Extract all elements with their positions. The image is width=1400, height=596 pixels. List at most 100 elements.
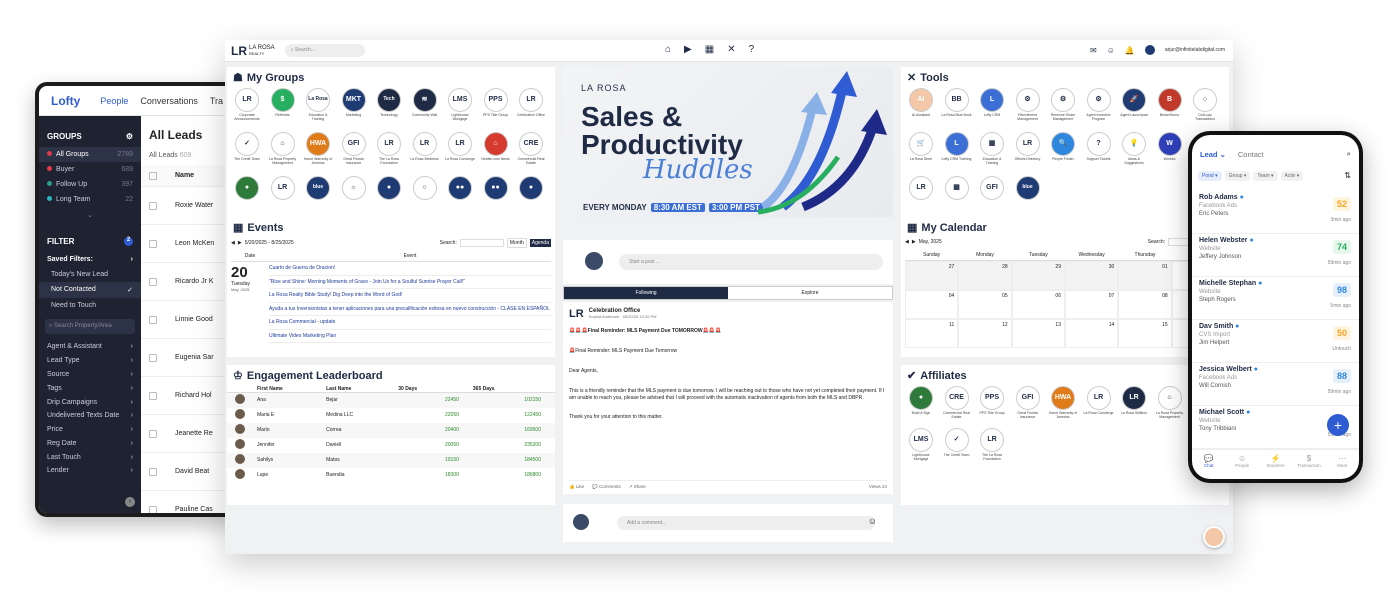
app-tile[interactable]: GFI: [976, 176, 1008, 202]
phone-filter-chip[interactable]: Group ▾: [1224, 171, 1251, 181]
app-tile[interactable]: 💡 Ideas & Suggestions: [1118, 132, 1150, 166]
saved-filter-item[interactable]: Today's New Lead: [39, 267, 141, 282]
app-tile[interactable]: LMS Lighthouse Mortgage: [444, 88, 476, 122]
avatar[interactable]: [1144, 45, 1155, 55]
share-button[interactable]: ↗ Share: [629, 484, 646, 490]
app-tile[interactable]: BB La Rosa Blue Book: [941, 88, 973, 118]
tab-lead[interactable]: Lead ⌄: [1200, 150, 1226, 159]
app-tile[interactable]: HWA Home Warranty of America: [1047, 386, 1079, 420]
app-tile[interactable]: ●: [373, 176, 405, 202]
app-tile[interactable]: ⚙ Agent Incentive Program: [1083, 88, 1115, 122]
row-checkbox[interactable]: [149, 467, 157, 476]
row-checkbox[interactable]: [149, 353, 157, 362]
app-tile[interactable]: ⚙ Revenue Share Management: [1047, 88, 1079, 122]
saved-filter-item[interactable]: Not Contacted ✓: [39, 282, 141, 298]
tab-following[interactable]: Following: [564, 287, 728, 299]
lead-card[interactable]: Jessica Welbert ● Facebook Ads Will Cornis…: [1192, 363, 1359, 406]
app-tile[interactable]: LR The La Rosa Foundation: [373, 132, 405, 166]
events-month-button[interactable]: Month: [506, 238, 527, 248]
event-item[interactable]: La Rosa Commercial - update: [269, 316, 551, 330]
app-tile[interactable]: ☼: [338, 176, 370, 202]
tab-contact[interactable]: Contact: [1238, 150, 1264, 159]
calendar-cell[interactable]: 08: [1118, 290, 1172, 319]
phone-filter-chip[interactable]: Activ ▾: [1280, 171, 1304, 181]
app-tile[interactable]: ● Build A Sign: [905, 386, 937, 416]
prev-icon[interactable]: ◀: [231, 240, 235, 246]
search-input[interactable]: ⌕ Search...: [284, 44, 365, 57]
row-checkbox[interactable]: [149, 429, 157, 438]
app-tile[interactable]: LR La Rosa Skillbox: [1118, 386, 1150, 416]
row-checkbox[interactable]: [149, 391, 157, 400]
app-tile[interactable]: ⌂ La Rosa Property Management: [1154, 386, 1186, 420]
gear-icon[interactable]: ⚙: [126, 132, 133, 141]
app-tile[interactable]: GFI Great Florida Insurance: [1012, 386, 1044, 420]
post-subauthor[interactable]: Sophia Anderson: [589, 314, 619, 319]
app-tile[interactable]: ▦ Education & Training: [976, 132, 1008, 166]
app-tile[interactable]: LR Corporate Announcements: [231, 88, 263, 122]
app-tile[interactable]: LR: [267, 176, 299, 202]
app-tile[interactable]: L Lofty CRM: [976, 88, 1008, 118]
lead-card[interactable]: Dav Smith ● CVS Import Jim Helpert 50 Untouc…: [1192, 320, 1359, 363]
add-button[interactable]: +: [1327, 414, 1349, 436]
app-tile[interactable]: 🛒 La Rosa Store: [905, 132, 937, 162]
leaderboard-row[interactable]: Ana Bejar 22450 102150: [227, 392, 555, 408]
tab-explore[interactable]: Explore: [728, 287, 892, 299]
leaderboard-row[interactable]: Maria E Medina LLC 22050 122450: [227, 407, 555, 423]
calendar-cell[interactable]: 01: [1118, 261, 1172, 290]
row-checkbox[interactable]: [149, 277, 157, 286]
calendar-cell[interactable]: 11: [905, 319, 959, 348]
event-item[interactable]: Ultimate Video Marketing Plan: [269, 330, 551, 343]
app-tile[interactable]: ●●: [480, 176, 512, 202]
phone-filter-chip[interactable]: Pond ▾: [1198, 171, 1222, 181]
lead-row[interactable]: Richard Hol: [141, 377, 236, 415]
app-tile[interactable]: ⌂ Nestler.com News: [480, 132, 512, 162]
app-tile[interactable]: LR La Rosa Concierge: [444, 132, 476, 162]
filter-item[interactable]: Lead Type ›: [39, 354, 141, 368]
lead-row[interactable]: Ricardo Jr K: [141, 263, 236, 301]
app-tile[interactable]: blue: [1012, 176, 1044, 202]
nav-item-people[interactable]: ☺ People: [1225, 450, 1258, 479]
calendar-cell[interactable]: 07: [1064, 290, 1119, 319]
filter-item[interactable]: Reg Date ›: [39, 436, 141, 450]
group-item[interactable]: Follow Up 397: [39, 177, 141, 192]
app-tile[interactable]: CRE Commercial Real Estate: [941, 386, 973, 420]
app-tile[interactable]: ✓ The Credit Team: [941, 428, 973, 458]
app-tile[interactable]: ○ DotLoop Transactions: [1189, 88, 1221, 122]
lead-card[interactable]: Helen Webster ● Website Jeffery Johnson 74 5…: [1192, 234, 1359, 277]
select-all-checkbox[interactable]: [149, 171, 157, 180]
calendar-icon[interactable]: ▦: [705, 44, 714, 55]
calendar-cell[interactable]: 29: [1011, 261, 1065, 290]
filter-item[interactable]: Agent & Assistant ›: [39, 340, 141, 354]
chevron-down-icon[interactable]: ⌄: [39, 207, 141, 223]
app-tile[interactable]: HWA Home Warranty of America: [302, 132, 334, 166]
app-tile[interactable]: CRE Commercial Real Estate: [515, 132, 547, 166]
app-tile[interactable]: LMS Lighthouse Mortgage: [905, 428, 937, 462]
app-tile[interactable]: blue: [302, 176, 334, 202]
events-agenda-button[interactable]: Agenda: [529, 239, 551, 247]
app-tile[interactable]: LR Offices Directory: [1012, 132, 1044, 162]
app-tile[interactable]: W Workful: [1154, 132, 1186, 162]
leaderboard-row[interactable]: Lupe Buendia 18300 186800: [227, 467, 555, 483]
lead-row[interactable]: Eugenia Sar: [141, 339, 236, 377]
sort-icon[interactable]: ⇅: [1344, 171, 1351, 180]
filter-item[interactable]: Undelivered Texts Date ›: [39, 409, 141, 423]
app-tile[interactable]: L Lofty CRM Training: [941, 132, 973, 162]
app-tile[interactable]: LR La Rosa Concierge: [1083, 386, 1115, 416]
tools-icon[interactable]: ✕: [727, 44, 735, 55]
group-item[interactable]: All Groups 2789: [39, 147, 141, 162]
lead-row[interactable]: David Beat: [141, 453, 236, 491]
app-tile[interactable]: 🚀 Agent Launchpad: [1118, 88, 1150, 118]
row-checkbox[interactable]: [149, 505, 157, 513]
tab-people[interactable]: People: [100, 96, 128, 106]
app-tile[interactable]: ●: [515, 176, 547, 202]
phone-filter-chip[interactable]: Team ▾: [1253, 171, 1278, 181]
app-tile[interactable]: Tech Technology: [373, 88, 405, 118]
emoji-icon[interactable]: ☺: [868, 516, 877, 526]
nav-item-more[interactable]: ⋯ More: [1326, 450, 1359, 479]
app-tile[interactable]: ? Support Tickets: [1083, 132, 1115, 162]
app-tile[interactable]: ●●: [444, 176, 476, 202]
nav-item-chat[interactable]: 💬 Chat: [1192, 450, 1225, 479]
leaderboard-row[interactable]: Jennifer Daniell 20050 235200: [227, 437, 555, 453]
tab-conversations[interactable]: Conversations: [140, 96, 198, 106]
events-search-input[interactable]: [459, 239, 504, 247]
